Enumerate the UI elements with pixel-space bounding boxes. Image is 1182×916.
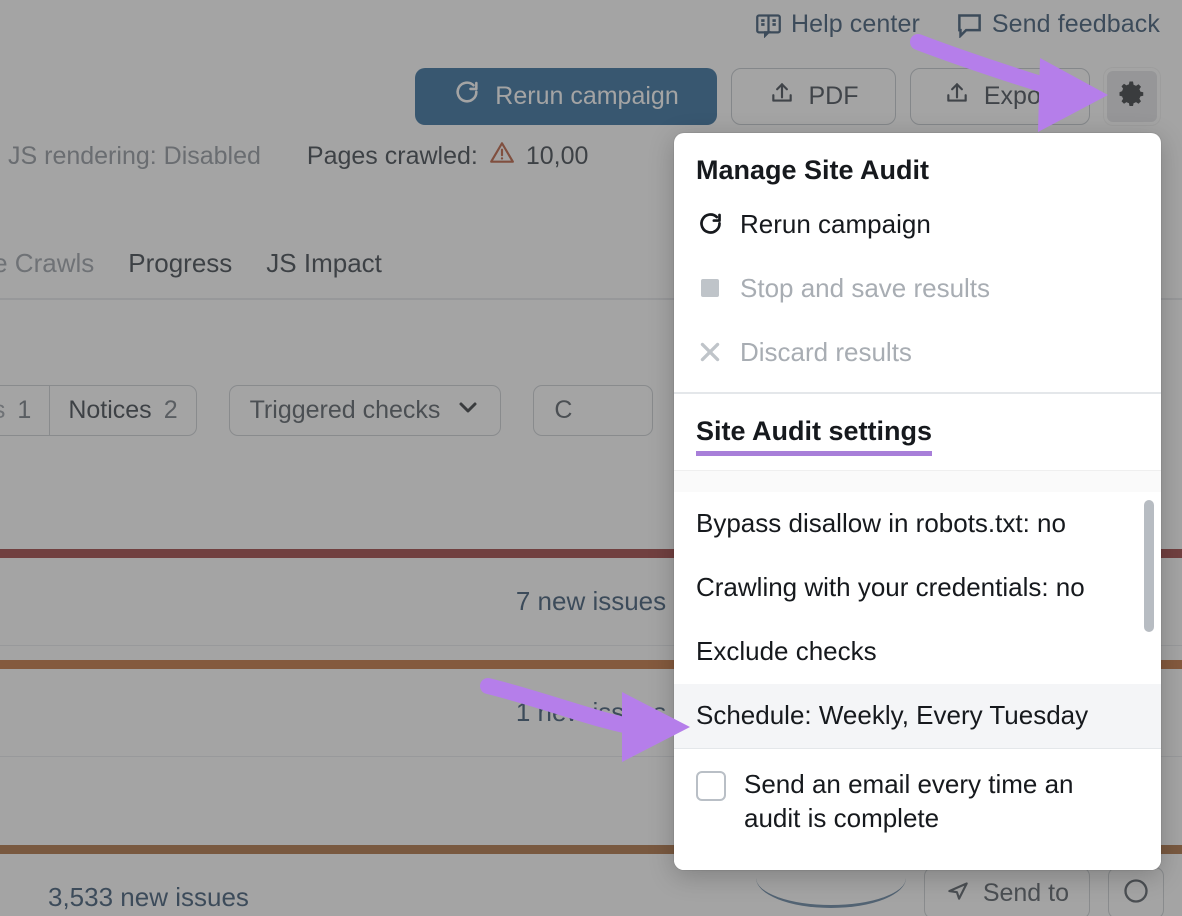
new-issues-link[interactable]: 1 new issues: [516, 697, 666, 728]
option-schedule[interactable]: Schedule: Weekly, Every Tuesday: [674, 684, 1161, 748]
rerun-campaign-label: Rerun campaign: [495, 82, 678, 111]
send-to-label: Send to: [983, 879, 1069, 908]
pages-crawled-value: 10,00: [526, 142, 589, 171]
segment-warnings[interactable]: gs 1: [0, 386, 49, 435]
settings-section-title: Site Audit settings: [696, 416, 932, 456]
help-center-label: Help center: [791, 10, 920, 39]
comment-icon: [956, 11, 983, 38]
option-exclude-checks[interactable]: Exclude checks: [674, 620, 1161, 684]
settings-section-header: Site Audit settings: [674, 394, 1161, 470]
menu-item-rerun-campaign[interactable]: Rerun campaign: [674, 192, 1161, 256]
screenshot-root: Help center Send feedback: [0, 0, 1182, 916]
option-crawl-credentials[interactable]: Crawling with your credentials: no: [674, 556, 1161, 620]
segment-notices-count: 2: [164, 396, 178, 425]
send-icon: [945, 877, 971, 910]
tab-compare-crawls[interactable]: are Crawls: [0, 248, 94, 279]
bottom-action-strip: Send to: [0, 870, 1182, 916]
additional-filter-dropdown[interactable]: C: [533, 385, 653, 436]
settings-gear-button[interactable]: [1104, 68, 1160, 125]
triggered-checks-dropdown[interactable]: Triggered checks: [229, 385, 502, 436]
close-x-icon: [696, 339, 724, 365]
tab-js-impact[interactable]: JS Impact: [266, 248, 382, 279]
email-notification-row[interactable]: Send an email every time an audit is com…: [674, 749, 1161, 836]
js-rendering-status: JS rendering: Disabled: [8, 142, 261, 171]
triggered-checks-label: Triggered checks: [250, 396, 441, 425]
option-bypass-robots[interactable]: Bypass disallow in robots.txt: no: [674, 492, 1161, 556]
option-label: Schedule: Weekly, Every Tuesday: [696, 700, 1088, 731]
scrollbar-thumb[interactable]: [1144, 500, 1154, 632]
rerun-campaign-button[interactable]: Rerun campaign: [415, 68, 717, 125]
severity-segmented-control: gs 1 Notices 2: [0, 385, 197, 436]
site-audit-settings-menu: Manage Site Audit Rerun campaign Stop an…: [674, 133, 1161, 870]
pages-crawled-stat: Pages crawled: 10,00: [307, 140, 589, 173]
additional-filter-label: C: [554, 396, 572, 425]
stop-square-icon: [696, 276, 724, 300]
menu-scrollbar[interactable]: [1144, 478, 1154, 863]
email-notification-label: Send an email every time an audit is com…: [744, 767, 1114, 836]
segment-warnings-label: gs: [0, 396, 5, 425]
refresh-icon: [696, 211, 724, 238]
tab-progress[interactable]: Progress: [128, 248, 232, 279]
menu-item-label: Discard results: [740, 337, 912, 368]
tab-bar: are Crawls Progress JS Impact: [0, 248, 382, 279]
pdf-export-button[interactable]: PDF: [731, 68, 896, 125]
option-label: Bypass disallow in robots.txt: no: [696, 508, 1066, 539]
option-label: Crawling with your credentials: no: [696, 572, 1085, 603]
send-feedback-label: Send feedback: [992, 10, 1160, 39]
action-toolbar: Rerun campaign PDF Expor: [415, 68, 1160, 125]
segment-warnings-count: 1: [17, 396, 31, 425]
menu-title: Manage Site Audit: [674, 133, 1161, 192]
send-to-button[interactable]: Send to: [924, 867, 1090, 916]
email-notification-checkbox[interactable]: [696, 771, 726, 801]
menu-item-stop-and-save: Stop and save results: [674, 256, 1161, 320]
new-issues-link[interactable]: 7 new issues: [516, 586, 666, 617]
pdf-label: PDF: [809, 82, 859, 111]
utility-links: Help center Send feedback: [755, 10, 1160, 39]
refresh-icon: [453, 79, 481, 114]
warning-triangle-icon: [488, 140, 516, 173]
book-icon: [755, 11, 782, 38]
menu-item-label: Stop and save results: [740, 273, 990, 304]
chevron-down-icon: [456, 395, 480, 426]
sparkline-chart: [756, 878, 906, 908]
menu-item-label: Rerun campaign: [740, 209, 931, 240]
help-center-link[interactable]: Help center: [755, 10, 920, 39]
upload-icon: [944, 80, 970, 113]
export-button[interactable]: Export: [910, 68, 1090, 125]
option-label: Exclude checks: [696, 636, 877, 667]
upload-icon: [769, 80, 795, 113]
gear-icon: [1117, 79, 1147, 114]
question-circle-icon: [1122, 877, 1150, 910]
settings-scroll-area[interactable]: Bypass disallow in robots.txt: no Crawli…: [674, 470, 1161, 871]
pages-crawled-label: Pages crawled:: [307, 142, 478, 171]
help-round-button[interactable]: [1108, 867, 1164, 916]
segment-notices[interactable]: Notices 2: [49, 386, 195, 435]
filter-bar: gs 1 Notices 2 Triggered checks C: [0, 385, 653, 436]
send-feedback-link[interactable]: Send feedback: [956, 10, 1160, 39]
export-label: Export: [984, 82, 1056, 111]
scrolled-partial-item: [674, 470, 1161, 492]
segment-notices-label: Notices: [68, 396, 151, 425]
menu-item-discard-results: Discard results: [674, 320, 1161, 384]
